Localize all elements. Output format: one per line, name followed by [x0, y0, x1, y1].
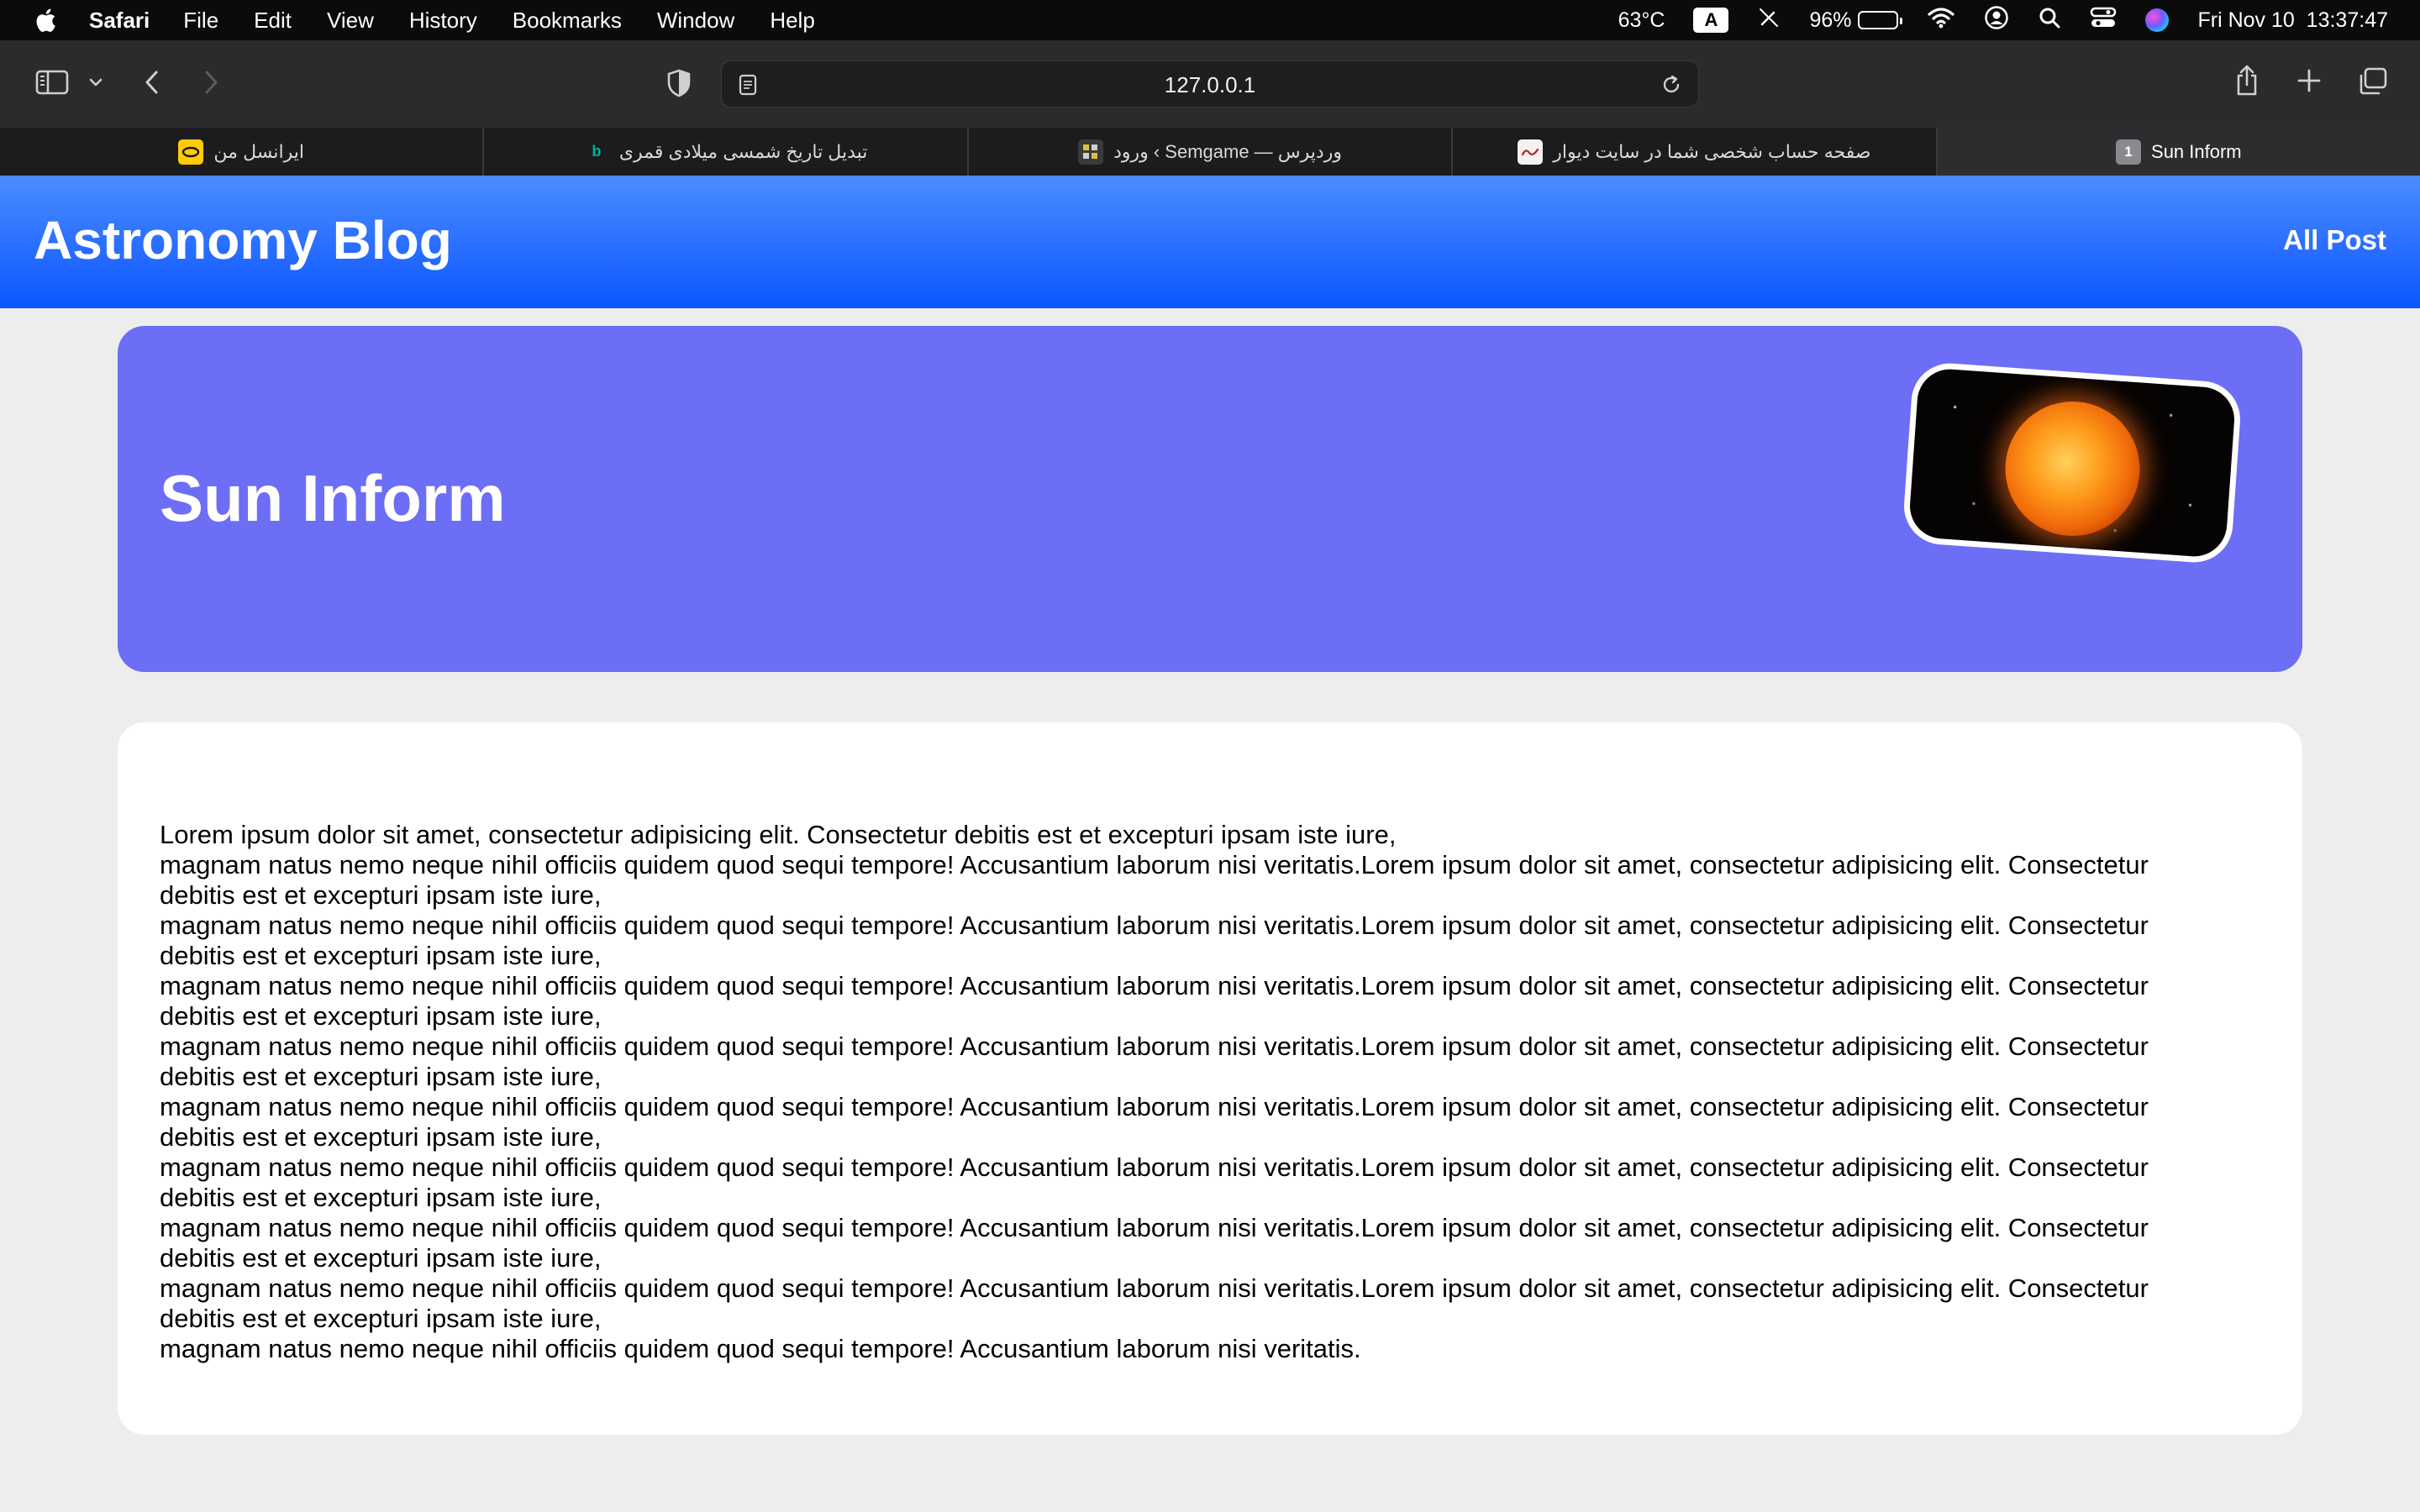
- tab-label: ورود ‹ Semgame — وردپرس: [1113, 140, 1342, 162]
- tab-label: ایرانسل من: [213, 140, 304, 162]
- body-line: magnam natus nemo neque nihil officiis q…: [160, 911, 2149, 970]
- body-line: magnam natus nemo neque nihil officiis q…: [160, 1092, 2149, 1152]
- share-icon[interactable]: [2232, 62, 2262, 99]
- post-content-card: Lorem ipsum dolor sit amet, consectetur …: [118, 722, 2302, 1435]
- control-center-icon[interactable]: [2090, 6, 2117, 35]
- menu-window[interactable]: Window: [657, 8, 734, 34]
- back-arrow-icon[interactable]: [139, 66, 165, 99]
- tab-label: تبدیل تاریخ شمسی میلادی قمری: [618, 140, 868, 162]
- menubar-clock[interactable]: Fri Nov 10 13:37:47: [2197, 8, 2388, 33]
- site-title[interactable]: Astronomy Blog: [34, 209, 452, 271]
- reload-icon[interactable]: [1660, 73, 1683, 97]
- battery-percent: 96%: [1809, 8, 1852, 32]
- forward-arrow-icon[interactable]: [198, 66, 224, 99]
- menu-history[interactable]: History: [409, 8, 477, 34]
- tab-label: Sun Inform: [2151, 140, 2242, 162]
- menu-edit[interactable]: Edit: [254, 8, 292, 34]
- post-body: Lorem ipsum dolor sit amet, consectetur …: [160, 820, 2227, 1364]
- tab-irancell[interactable]: ایرانسل من: [0, 128, 485, 176]
- divar-favicon: [1518, 139, 1544, 165]
- body-line: magnam natus nemo neque nihil officiis q…: [160, 850, 2149, 910]
- site-header: Astronomy Blog All Post: [0, 176, 2420, 308]
- tab-overview-icon[interactable]: [2356, 66, 2390, 97]
- tab-sun-inform[interactable]: 1 Sun Inform: [1937, 128, 2420, 176]
- user-icon[interactable]: [1984, 5, 2009, 36]
- body-line: magnam natus nemo neque nihil officiis q…: [160, 1334, 1361, 1363]
- macos-menu-bar: Safari File Edit View History Bookmarks …: [0, 0, 2420, 40]
- battery-icon: [1858, 11, 1903, 29]
- irancell-favicon: [178, 139, 204, 165]
- input-source-badge[interactable]: A: [1693, 8, 1729, 33]
- all-post-link[interactable]: All Post: [2283, 224, 2386, 256]
- menu-view[interactable]: View: [327, 8, 374, 34]
- plus-icon[interactable]: [2294, 66, 2324, 96]
- body-line: magnam natus nemo neque nihil officiis q…: [160, 1213, 2149, 1273]
- menu-help[interactable]: Help: [770, 8, 814, 34]
- tab-label: صفحه حساب شخصی شما در سایت دیوار: [1553, 140, 1871, 162]
- menu-bookmarks[interactable]: Bookmarks: [513, 8, 622, 34]
- app-menu-safari[interactable]: Safari: [89, 8, 150, 34]
- tab-divar-account[interactable]: صفحه حساب شخصی شما در سایت دیوار: [1453, 128, 1938, 176]
- sidebar-icon[interactable]: [34, 67, 71, 97]
- pen-off-icon[interactable]: [1757, 6, 1781, 35]
- bing-favicon: b: [592, 143, 602, 160]
- address-bar[interactable]: 127.0.0.1: [721, 60, 1699, 108]
- body-line: magnam natus nemo neque nihil officiis q…: [160, 971, 2149, 1031]
- body-line: magnam natus nemo neque nihil officiis q…: [160, 1032, 2149, 1091]
- body-line: magnam natus nemo neque nihil officiis q…: [160, 1152, 2149, 1212]
- temperature-readout[interactable]: 63°C: [1618, 8, 1665, 33]
- battery-indicator[interactable]: 96%: [1809, 8, 1903, 33]
- sun-image: [1901, 360, 2244, 565]
- chevron-down-icon[interactable]: [84, 72, 108, 92]
- search-icon[interactable]: [2038, 6, 2061, 35]
- tab-bar: ایرانسل من b تبدیل تاریخ شمسی میلادی قمر…: [0, 128, 2420, 176]
- menubar-status-area: 63°C A 96% Fri Nov 10 13:37:47: [1618, 0, 2388, 40]
- tab-number-badge: 1: [2116, 139, 2142, 165]
- post-title: Sun Inform: [160, 461, 506, 535]
- body-line: magnam natus nemo neque nihil officiis q…: [160, 1273, 2149, 1333]
- safari-toolbar: 127.0.0.1: [0, 40, 2420, 128]
- wifi-icon[interactable]: [1927, 7, 1955, 34]
- privacy-shield-icon[interactable]: [664, 67, 694, 99]
- apple-icon[interactable]: [30, 5, 60, 35]
- menu-file[interactable]: File: [183, 8, 218, 34]
- siri-icon[interactable]: [2145, 8, 2170, 32]
- tab-semgame-login[interactable]: ورود ‹ Semgame — وردپرس: [969, 128, 1454, 176]
- tab-date-converter[interactable]: b تبدیل تاریخ شمسی میلادی قمری: [484, 128, 969, 176]
- post-hero-card: Sun Inform By Erfan Shokrollahzadeh last…: [118, 326, 2302, 950]
- body-line: Lorem ipsum dolor sit amet, consectetur …: [160, 820, 1397, 849]
- url-text[interactable]: 127.0.0.1: [722, 61, 1698, 108]
- semgame-favicon: [1078, 139, 1104, 165]
